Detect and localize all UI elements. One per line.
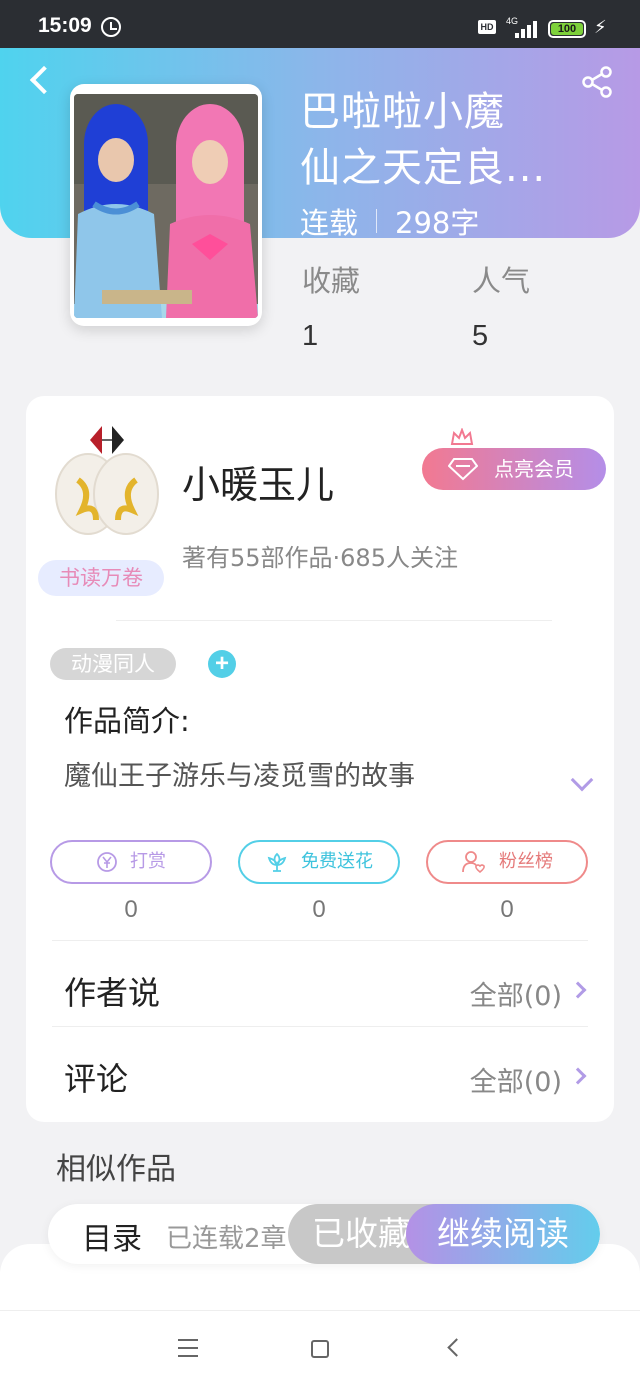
hd-badge: HD (478, 20, 496, 34)
favorites-label: 收藏 (302, 264, 361, 298)
tip-button[interactable]: 打赏 (50, 840, 212, 884)
expand-chevron-icon[interactable] (570, 768, 594, 792)
alarm-icon (101, 17, 121, 37)
popularity-label: 人气 (472, 264, 531, 298)
status-bar: 15:09 HD 4G 100 ⚡ (0, 0, 640, 48)
book-title: 巴啦啦小魔 仙之天定良... (300, 84, 570, 196)
favorites-value: 1 (302, 320, 319, 352)
tip-label: 打赏 (130, 851, 166, 872)
author-says-value: 全部(0) (469, 981, 562, 1012)
intro-heading: 作品简介: (64, 704, 190, 738)
comments-label: 评论 (64, 1060, 129, 1098)
reader-badge: 书读万卷 (38, 560, 164, 596)
intro-text: 魔仙王子游乐与凌觅雪的故事 (64, 761, 415, 792)
flower-count: 0 (312, 896, 326, 923)
charging-icon: ⚡ (594, 17, 607, 38)
book-title-line2: 仙之天定良... (300, 145, 547, 191)
favorites-stat: 收藏 1 (302, 258, 360, 353)
word-count: 298字 (395, 206, 480, 240)
divider (116, 620, 552, 621)
book-title-line1: 巴啦啦小魔 (300, 89, 505, 135)
send-flower-label: 免费送花 (301, 851, 373, 872)
book-status: 连载 (300, 206, 359, 240)
book-cover[interactable] (70, 84, 262, 326)
diamond-icon (448, 458, 478, 481)
divider (52, 1026, 588, 1027)
battery-icon: 100 (548, 20, 586, 38)
chevron-right-icon (569, 981, 587, 999)
vip-button[interactable]: 点亮会员 (422, 448, 606, 490)
back-button[interactable] (24, 62, 54, 98)
popularity-stat: 人气 5 (472, 258, 530, 353)
system-nav-bar (0, 1310, 640, 1387)
menu-icon[interactable] (178, 1339, 198, 1357)
category-tag[interactable]: 动漫同人 (50, 648, 176, 680)
similar-works-heading: 相似作品 (56, 1152, 176, 1187)
continue-reading-button[interactable]: 继续阅读 (406, 1204, 600, 1264)
share-button[interactable] (580, 64, 616, 100)
meta-divider (376, 209, 378, 233)
fan-count: 0 (500, 896, 514, 923)
send-flower-button[interactable]: 免费送花 (238, 840, 400, 884)
divider (52, 940, 588, 941)
toc-button[interactable]: 目录 (82, 1214, 142, 1258)
crown-icon (450, 428, 474, 445)
home-icon[interactable] (311, 1340, 329, 1358)
chapter-count: 已连载2章 (166, 1224, 287, 1254)
popularity-value: 5 (472, 320, 489, 352)
signal-icon (515, 20, 541, 38)
fan-user-icon (462, 851, 485, 874)
author-meta: 著有55部作品·685人关注 (182, 544, 458, 572)
author-avatar[interactable] (52, 420, 162, 540)
tip-count: 0 (124, 896, 138, 923)
chevron-right-icon (569, 1067, 587, 1085)
share-icon (582, 66, 612, 98)
book-info-card: 书读万卷 小暖玉儿 著有55部作品·685人关注 点亮会员 动漫同人 + 作品简… (26, 396, 614, 1122)
author-says-label: 作者说 (64, 974, 161, 1012)
fan-ranking-button[interactable]: 粉丝榜 (426, 840, 588, 884)
status-time: 15:09 (38, 14, 92, 37)
vip-button-label: 点亮会员 (494, 457, 574, 481)
fan-ranking-label: 粉丝榜 (499, 851, 553, 872)
yen-icon (97, 852, 117, 872)
flower-icon (267, 852, 287, 872)
cover-image (74, 94, 258, 318)
add-tag-button[interactable]: + (208, 650, 236, 678)
book-meta: 连载 298字 (300, 200, 479, 242)
battery-level: 100 (551, 23, 583, 35)
bottom-action-bar: 目录 已连载2章 已收藏 继续阅读 (48, 1204, 600, 1264)
back-icon[interactable] (447, 1338, 466, 1357)
author-name[interactable]: 小暖玉儿 (182, 454, 334, 509)
comments-value: 全部(0) (469, 1067, 562, 1098)
